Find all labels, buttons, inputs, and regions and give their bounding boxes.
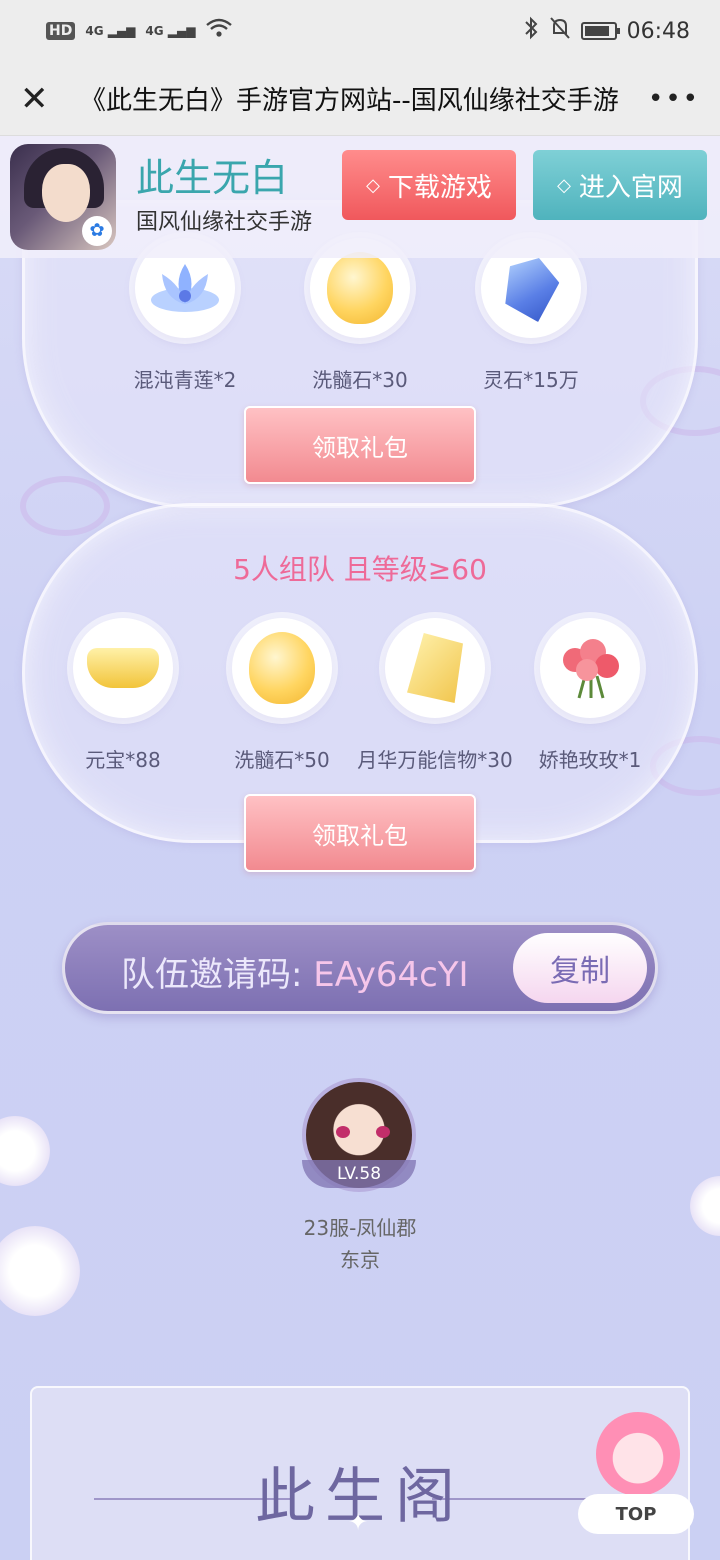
claim-gift-button-2[interactable]: 领取礼包 bbox=[244, 794, 476, 872]
app-icon-face bbox=[42, 164, 90, 222]
player-city: 东京 bbox=[340, 1248, 380, 1272]
download-game-button[interactable]: ◇ 下载游戏 bbox=[342, 150, 516, 220]
diamond-icon: ◇ bbox=[366, 174, 380, 196]
app-name: 此生无白 bbox=[136, 156, 289, 201]
level-badge: LV.58 bbox=[302, 1160, 416, 1188]
claim-gift-button-1[interactable]: 领取礼包 bbox=[244, 406, 476, 484]
chibi-mascot-icon bbox=[596, 1412, 680, 1496]
invite-label-text: 队伍邀请码: bbox=[121, 955, 303, 995]
more-options-icon[interactable]: ••• bbox=[648, 84, 700, 114]
invite-code: EAy64cYI bbox=[313, 955, 469, 995]
browser-titlebar: ✕ 《此生无白》手游官方网站--国风仙缘社交手游 ••• bbox=[0, 62, 720, 136]
reward-item: 洗髓石*30 bbox=[305, 238, 415, 393]
reward-orb bbox=[385, 618, 485, 718]
reward-orb bbox=[540, 618, 640, 718]
server-name: 23服-凤仙郡 bbox=[303, 1216, 417, 1240]
invite-code-bar: 队伍邀请码: EAy64cYI 复制 bbox=[62, 922, 658, 1014]
official-site-button[interactable]: ◇ 进入官网 bbox=[533, 150, 707, 220]
golden-stone-icon bbox=[327, 252, 393, 324]
app-subtitle: 国风仙缘社交手游 bbox=[136, 209, 313, 235]
reward-label: 娇艳玫玫*1 bbox=[538, 748, 642, 772]
sparkle-icon: ✦ bbox=[348, 1508, 369, 1536]
reward-orb bbox=[73, 618, 173, 718]
gold-ingot-icon bbox=[87, 648, 159, 688]
app-meta: 此生无白 国风仙缘社交手游 bbox=[136, 156, 332, 236]
close-icon[interactable]: ✕ bbox=[20, 82, 54, 116]
reward-item: 月华万能信物*30 bbox=[357, 618, 513, 773]
app-banner: ✿ 此生无白 国风仙缘社交手游 ◇ 下载游戏 ◇ 进入官网 bbox=[0, 136, 720, 258]
reward-item: 洗髓石*50 bbox=[227, 618, 337, 773]
hd-indicator: HD bbox=[46, 22, 76, 40]
rose-bouquet-icon bbox=[563, 639, 619, 699]
status-bar: HD 4G ▂▄▆ 4G ▂▄▆ 06:48 bbox=[0, 0, 720, 62]
battery-icon bbox=[580, 22, 620, 40]
moon-token-icon bbox=[407, 633, 463, 703]
lotus-flower-decoration bbox=[0, 1116, 50, 1186]
top-label: TOP bbox=[615, 1504, 657, 1525]
status-right: 06:48 bbox=[523, 16, 690, 46]
reward-label: 洗髓石*30 bbox=[312, 368, 408, 392]
diamond-icon: ◇ bbox=[557, 174, 571, 196]
spirit-crystal-icon bbox=[498, 251, 564, 324]
invite-label: 队伍邀请码: EAy64cYI bbox=[121, 947, 469, 996]
signal-icon-2: 4G ▂▄▆ bbox=[145, 24, 196, 38]
battery-fill bbox=[584, 26, 609, 36]
official-site-label: 进入官网 bbox=[578, 172, 683, 203]
reward-item: 灵石*15万 bbox=[476, 238, 586, 393]
app-icon[interactable]: ✿ bbox=[10, 144, 116, 250]
reward-orb bbox=[232, 618, 332, 718]
reward-label: 灵石*15万 bbox=[483, 368, 579, 392]
network-type-1: 4G bbox=[85, 24, 104, 38]
reward-item: 混沌青莲*2 bbox=[130, 238, 240, 393]
copy-button[interactable]: 复制 bbox=[513, 933, 647, 1003]
reward-label: 混沌青莲*2 bbox=[133, 368, 237, 392]
reward-item: 元宝*88 bbox=[68, 618, 178, 773]
signal-icon: 4G ▂▄▆ bbox=[85, 24, 136, 38]
reward-item: 娇艳玫玫*1 bbox=[535, 618, 645, 773]
page-title: 《此生无白》手游官方网站--国风仙缘社交手游 bbox=[80, 86, 619, 116]
panel-2-title: 5人组队 且等级≥60 bbox=[233, 553, 487, 586]
golden-stone-icon bbox=[249, 632, 315, 704]
blue-lotus-icon bbox=[151, 264, 219, 312]
platform-badge-icon: ✿ bbox=[82, 216, 112, 246]
status-left: HD 4G ▂▄▆ 4G ▂▄▆ bbox=[46, 18, 232, 44]
clock: 06:48 bbox=[626, 18, 690, 44]
cloud-decoration bbox=[20, 476, 110, 536]
network-type-2: 4G bbox=[145, 24, 164, 38]
download-game-label: 下载游戏 bbox=[387, 172, 492, 203]
avatar-eyes bbox=[336, 1126, 390, 1138]
mute-bell-icon bbox=[549, 16, 571, 46]
wifi-icon bbox=[205, 18, 232, 44]
bluetooth-icon bbox=[523, 16, 539, 46]
back-to-top-button[interactable]: TOP bbox=[578, 1408, 694, 1538]
